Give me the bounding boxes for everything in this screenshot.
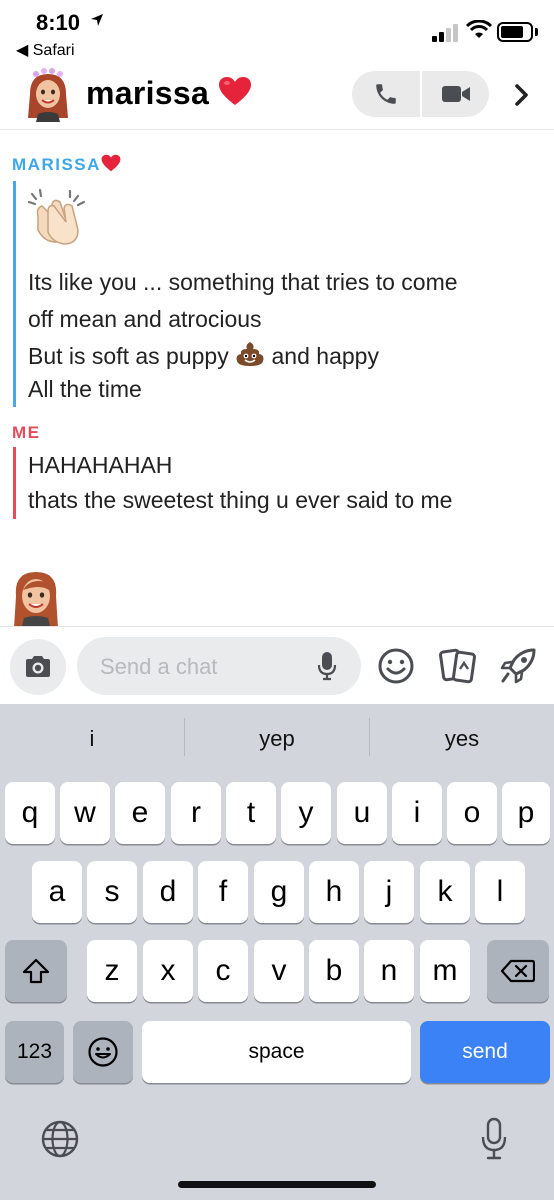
chat-input-placeholder: Send a chat [100,654,218,679]
suggestion-1[interactable]: i [0,726,184,752]
key-w[interactable]: w [60,782,110,844]
contact-bitmoji-avatar[interactable] [24,68,72,122]
emoji-key[interactable] [73,1021,133,1083]
key-r[interactable]: r [171,782,221,844]
key-p[interactable]: p [502,782,550,844]
chevron-right-icon [515,84,528,106]
status-bar: 8:10 ◀ Safari [0,0,554,62]
send-key[interactable]: send [420,1021,550,1083]
message-thread-bar [13,181,16,407]
chat-header: marissa [0,62,554,130]
heart-emoji-icon [101,154,121,172]
space-key[interactable]: space [142,1021,411,1083]
emoji-smile-icon [88,1037,118,1067]
chat-options-button[interactable] [504,78,540,112]
emoji-smile-icon[interactable] [377,647,415,685]
rocket-icon[interactable] [500,646,538,684]
globe-icon[interactable] [40,1119,80,1159]
message-line: All the time [28,376,142,402]
message-line: But is soft as puppy and happy [28,342,379,369]
microphone-icon[interactable] [317,651,337,681]
delete-key[interactable] [487,940,549,1002]
key-t[interactable]: t [226,782,276,844]
key-k[interactable]: k [420,861,470,923]
battery-icon [497,22,533,42]
key-v[interactable]: v [254,940,304,1002]
key-x[interactable]: x [143,940,193,1002]
key-g[interactable]: g [254,861,304,923]
voice-call-button[interactable] [352,71,420,117]
friend-bitmoji-presence[interactable] [10,566,62,626]
suggestion-3[interactable]: yes [370,726,554,752]
key-i[interactable]: i [392,782,442,844]
sender-label-me: ME [12,423,41,442]
key-s[interactable]: s [87,861,137,923]
chat-input-field[interactable]: Send a chat [77,637,361,695]
home-indicator[interactable] [178,1181,376,1188]
ios-keyboard: i yep yes q w e r t y u i o p a s d f g … [0,704,554,1200]
key-m[interactable]: m [420,940,470,1002]
poop-emoji-icon [236,342,264,366]
key-q[interactable]: q [5,782,55,844]
video-call-button[interactable] [422,71,489,117]
key-c[interactable]: c [198,940,248,1002]
cards-icon[interactable] [438,647,478,685]
suggestion-2[interactable]: yep [185,726,369,752]
key-h[interactable]: h [309,861,359,923]
key-n[interactable]: n [364,940,414,1002]
clapping-hands-emoji-icon [27,188,86,245]
key-a[interactable]: a [32,861,82,923]
contact-name[interactable]: marissa [86,75,252,112]
key-e[interactable]: e [115,782,165,844]
key-z[interactable]: z [87,940,137,1002]
numbers-key[interactable]: 123 [5,1021,64,1083]
camera-icon [26,656,50,677]
heart-emoji-icon [219,77,252,105]
video-camera-icon [441,86,470,102]
wifi-icon [466,20,492,38]
message-line: off mean and atrocious [28,306,262,332]
key-f[interactable]: f [198,861,248,923]
shift-arrow-icon [22,958,50,984]
key-y[interactable]: y [281,782,331,844]
dictation-microphone-icon[interactable] [480,1117,508,1161]
key-d[interactable]: d [143,861,193,923]
status-time: 8:10 [36,10,81,35]
message-line: Its like you ... something that tries to… [28,269,458,295]
message-line: HAHAHAHAH [28,452,173,478]
phone-icon [376,84,396,104]
cellular-signal-icon [432,24,458,42]
back-to-safari-link[interactable]: ◀ Safari [16,40,75,60]
chat-input-bar: Send a chat [0,626,554,704]
camera-button[interactable] [10,639,66,695]
key-u[interactable]: u [337,782,387,844]
key-o[interactable]: o [447,782,497,844]
backspace-icon [501,959,535,983]
message-thread-bar [13,447,16,519]
key-j[interactable]: j [364,861,414,923]
shift-key[interactable] [5,940,67,1002]
location-arrow-icon [91,14,103,26]
sender-label-marissa: MARISSA [12,154,121,175]
message-line: thats the sweetest thing u ever said to … [28,487,453,513]
key-l[interactable]: l [475,861,525,923]
key-b[interactable]: b [309,940,359,1002]
